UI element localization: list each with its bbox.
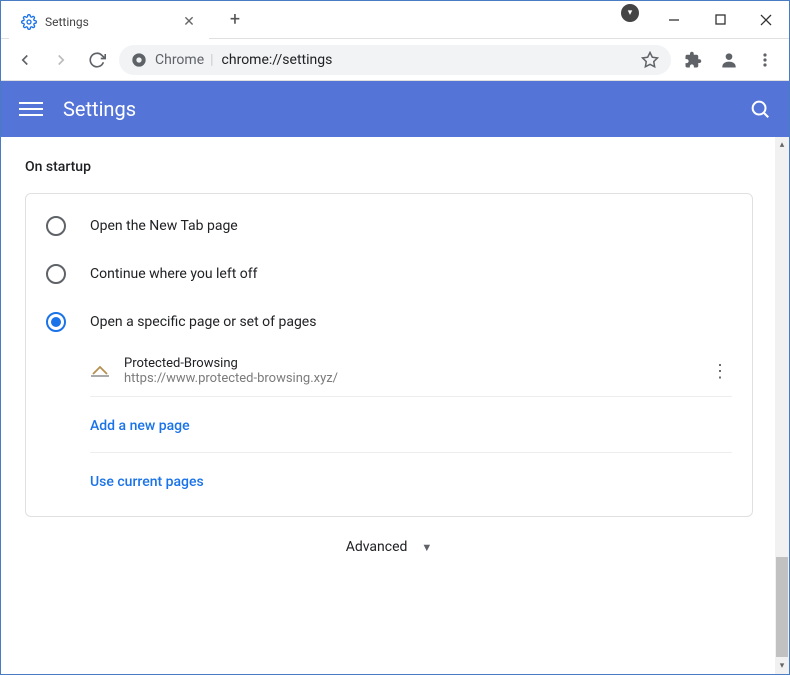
page-favicon-icon xyxy=(90,361,110,381)
advanced-toggle[interactable]: Advanced ▼ xyxy=(25,517,753,577)
maximize-button[interactable] xyxy=(697,4,743,36)
radio-icon-checked xyxy=(46,312,66,332)
radio-specific-page[interactable]: Open a specific page or set of pages xyxy=(26,298,752,346)
bookmark-star-icon[interactable] xyxy=(641,51,659,69)
tab-search-icon[interactable]: ▾ xyxy=(621,4,639,22)
vertical-scrollbar[interactable]: ▴ ▾ xyxy=(775,137,789,674)
url-text: chrome://settings xyxy=(222,52,333,68)
search-icon[interactable] xyxy=(749,98,771,120)
chevron-down-icon: ▼ xyxy=(421,541,432,554)
browser-menu-icon[interactable] xyxy=(751,46,779,74)
address-bar[interactable]: Chrome | chrome://settings xyxy=(119,45,671,75)
reload-button[interactable] xyxy=(83,46,111,74)
scheme-chip: Chrome | xyxy=(155,52,214,68)
radio-open-new-tab[interactable]: Open the New Tab page xyxy=(26,202,752,250)
radio-continue[interactable]: Continue where you left off xyxy=(26,250,752,298)
advanced-label: Advanced xyxy=(346,539,408,555)
radio-label: Open a specific page or set of pages xyxy=(90,314,316,330)
toolbar: Chrome | chrome://settings xyxy=(1,39,789,81)
radio-icon xyxy=(46,216,66,236)
forward-button[interactable] xyxy=(47,46,75,74)
tab-title: Settings xyxy=(45,15,173,29)
radio-icon xyxy=(46,264,66,284)
scroll-down-icon[interactable]: ▾ xyxy=(775,658,789,674)
page-url: https://www.protected-browsing.xyz/ xyxy=(124,371,694,386)
section-title-startup: On startup xyxy=(25,159,753,175)
new-tab-button[interactable]: + xyxy=(221,6,249,34)
browser-tab[interactable]: Settings ✕ xyxy=(9,5,209,39)
menu-icon[interactable] xyxy=(19,97,43,121)
extensions-icon[interactable] xyxy=(679,46,707,74)
settings-header: Settings xyxy=(1,81,789,137)
add-new-page-link[interactable]: Add a new page xyxy=(90,397,732,453)
close-tab-button[interactable]: ✕ xyxy=(181,14,197,30)
gear-icon xyxy=(21,14,37,30)
use-current-pages-link[interactable]: Use current pages xyxy=(90,453,732,508)
scroll-thumb[interactable] xyxy=(776,557,788,657)
radio-label: Continue where you left off xyxy=(90,266,258,282)
page-title: Settings xyxy=(63,97,136,121)
titlebar: Settings ✕ + ▾ xyxy=(1,1,789,39)
chrome-icon xyxy=(131,52,147,68)
page-entry-menu-icon[interactable]: ⋮ xyxy=(708,361,732,382)
back-button[interactable] xyxy=(11,46,39,74)
startup-card: Open the New Tab page Continue where you… xyxy=(25,193,753,517)
startup-page-entry: Protected-Browsing https://www.protected… xyxy=(90,346,732,397)
scroll-up-icon[interactable]: ▴ xyxy=(775,137,789,153)
page-name: Protected-Browsing xyxy=(124,356,694,371)
profile-avatar-icon[interactable] xyxy=(715,46,743,74)
radio-label: Open the New Tab page xyxy=(90,218,238,234)
close-window-button[interactable] xyxy=(743,4,789,36)
minimize-button[interactable] xyxy=(651,4,697,36)
